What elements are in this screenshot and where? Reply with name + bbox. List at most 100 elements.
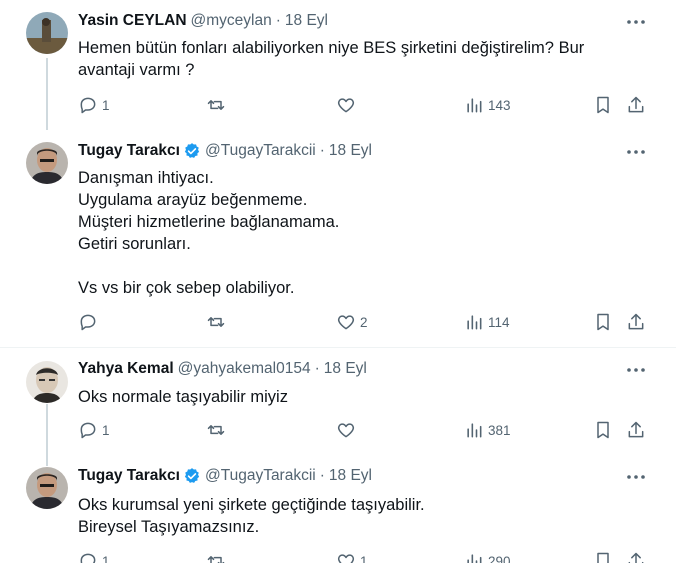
text-line: Vs vs bir çok sebep olabiliyor. bbox=[78, 279, 295, 297]
thread-line bbox=[46, 58, 48, 130]
bookmark-button[interactable] bbox=[593, 551, 613, 563]
avatar[interactable] bbox=[26, 467, 68, 509]
avatar[interactable] bbox=[26, 12, 68, 54]
share-button[interactable] bbox=[626, 420, 646, 440]
tweet-date[interactable]: 18 Eyl bbox=[329, 467, 372, 485]
tweet-date[interactable]: 18 Eyl bbox=[285, 12, 328, 30]
retweet-icon bbox=[207, 556, 225, 563]
heart-icon bbox=[337, 423, 355, 438]
reply-icon bbox=[80, 97, 96, 114]
reply-count: 1 bbox=[102, 97, 110, 113]
reply-icon bbox=[80, 314, 96, 331]
like-button[interactable] bbox=[336, 420, 360, 440]
reply-count: 1 bbox=[102, 422, 110, 438]
heart-icon bbox=[337, 315, 355, 330]
views-icon bbox=[467, 315, 482, 330]
author-handle[interactable]: @myceylan bbox=[191, 12, 272, 30]
views-button[interactable]: 381 bbox=[464, 420, 511, 440]
bookmark-button[interactable] bbox=[593, 312, 613, 332]
like-button[interactable] bbox=[336, 95, 360, 115]
retweet-icon bbox=[207, 317, 225, 327]
author-handle[interactable]: @TugayTarakcii bbox=[205, 467, 316, 485]
retweet-button[interactable] bbox=[206, 551, 230, 563]
text-line: Oks kurumsal yeni şirkete geçtiğinde taş… bbox=[78, 496, 425, 514]
text-line: Müşteri hizmetlerine bağlanamama. bbox=[78, 213, 340, 231]
tweet[interactable]: Tugay Tarakcı @TugayTarakcii · 18 Eyl Ok… bbox=[0, 455, 676, 563]
reply-button[interactable]: 1 bbox=[78, 95, 110, 115]
bookmark-button[interactable] bbox=[593, 95, 613, 115]
share-button[interactable] bbox=[626, 551, 646, 563]
separator-dot: · bbox=[319, 467, 325, 484]
share-button[interactable] bbox=[626, 95, 646, 115]
more-options-icon[interactable] bbox=[626, 469, 646, 485]
bookmark-icon bbox=[597, 96, 609, 114]
views-button[interactable]: 114 bbox=[464, 312, 510, 332]
author-handle[interactable]: @TugayTarakcii bbox=[205, 142, 316, 160]
author-name[interactable]: Tugay Tarakcı bbox=[78, 142, 180, 160]
views-icon bbox=[467, 554, 482, 563]
reply-button[interactable] bbox=[78, 312, 102, 332]
heart-icon bbox=[337, 98, 355, 113]
share-icon bbox=[628, 552, 644, 563]
text-line: avantaji varmı ? bbox=[78, 61, 195, 79]
bookmark-icon bbox=[597, 552, 609, 563]
text-line bbox=[78, 255, 339, 277]
verified-badge-icon bbox=[184, 468, 200, 483]
like-button[interactable]: 2 bbox=[336, 312, 368, 332]
tweet-date[interactable]: 18 Eyl bbox=[324, 360, 367, 378]
tweet-text: Danışman ihtiyacı. Uygulama arayüz beğen… bbox=[78, 167, 339, 299]
views-icon bbox=[467, 98, 482, 113]
more-options-icon[interactable] bbox=[626, 362, 646, 378]
text-line: Bireysel Taşıyamazsınız. bbox=[78, 518, 260, 536]
retweet-icon bbox=[207, 100, 225, 110]
share-button[interactable] bbox=[626, 312, 646, 332]
reply-button[interactable]: 1 bbox=[78, 551, 110, 563]
tweet[interactable]: Yasin CEYLAN @myceylan · 18 Eyl Hemen bü… bbox=[0, 0, 676, 130]
bookmark-icon bbox=[597, 313, 609, 331]
avatar[interactable] bbox=[26, 361, 68, 403]
reply-button[interactable]: 1 bbox=[78, 420, 110, 440]
retweet-button[interactable] bbox=[206, 420, 230, 440]
text-line: Getiri sorunları. bbox=[78, 235, 191, 253]
text-line: Hemen bütün fonları alabiliyorken niye B… bbox=[78, 39, 585, 57]
bookmark-icon bbox=[597, 421, 609, 439]
like-count: 1 bbox=[360, 553, 368, 563]
more-options-icon[interactable] bbox=[626, 14, 646, 30]
reply-icon bbox=[80, 553, 96, 563]
separator-dot: · bbox=[275, 12, 281, 29]
like-count: 2 bbox=[360, 314, 368, 330]
views-count: 290 bbox=[488, 553, 511, 563]
like-button[interactable]: 1 bbox=[336, 551, 368, 563]
separator-dot: · bbox=[319, 142, 325, 159]
retweet-button[interactable] bbox=[206, 312, 230, 332]
separator-dot: · bbox=[314, 360, 320, 377]
more-options-icon[interactable] bbox=[626, 144, 646, 160]
share-icon bbox=[628, 313, 644, 330]
views-button[interactable]: 290 bbox=[464, 551, 511, 563]
tweet-text: Hemen bütün fonları alabiliyorken niye B… bbox=[78, 37, 584, 81]
tweet[interactable]: Tugay Tarakcı @TugayTarakcii · 18 Eyl Da… bbox=[0, 130, 676, 347]
reply-count: 1 bbox=[102, 553, 110, 563]
verified-badge-icon bbox=[184, 143, 200, 158]
author-name[interactable]: Yahya Kemal bbox=[78, 360, 174, 378]
author-name[interactable]: Yasin CEYLAN bbox=[78, 12, 187, 30]
text-line: Danışman ihtiyacı. bbox=[78, 169, 214, 187]
text-line: Oks normale taşıyabilir miyiz bbox=[78, 388, 288, 406]
reply-icon bbox=[80, 422, 96, 439]
share-icon bbox=[628, 421, 644, 438]
author-name[interactable]: Tugay Tarakcı bbox=[78, 467, 180, 485]
tweet-text: Oks normale taşıyabilir miyiz bbox=[78, 386, 288, 408]
bookmark-button[interactable] bbox=[593, 420, 613, 440]
share-icon bbox=[628, 96, 644, 113]
tweet-date[interactable]: 18 Eyl bbox=[329, 142, 372, 160]
retweet-button[interactable] bbox=[206, 95, 230, 115]
views-count: 381 bbox=[488, 422, 511, 438]
views-button[interactable]: 143 bbox=[464, 95, 511, 115]
author-handle[interactable]: @yahyakemal0154 bbox=[178, 360, 311, 378]
avatar[interactable] bbox=[26, 142, 68, 184]
tweet-text: Oks kurumsal yeni şirkete geçtiğinde taş… bbox=[78, 494, 425, 538]
retweet-icon bbox=[207, 425, 225, 435]
text-line: Uygulama arayüz beğenmeme. bbox=[78, 191, 308, 209]
views-count: 143 bbox=[488, 97, 511, 113]
tweet[interactable]: Yahya Kemal @yahyakemal0154 · 18 Eyl Oks… bbox=[0, 348, 676, 466]
